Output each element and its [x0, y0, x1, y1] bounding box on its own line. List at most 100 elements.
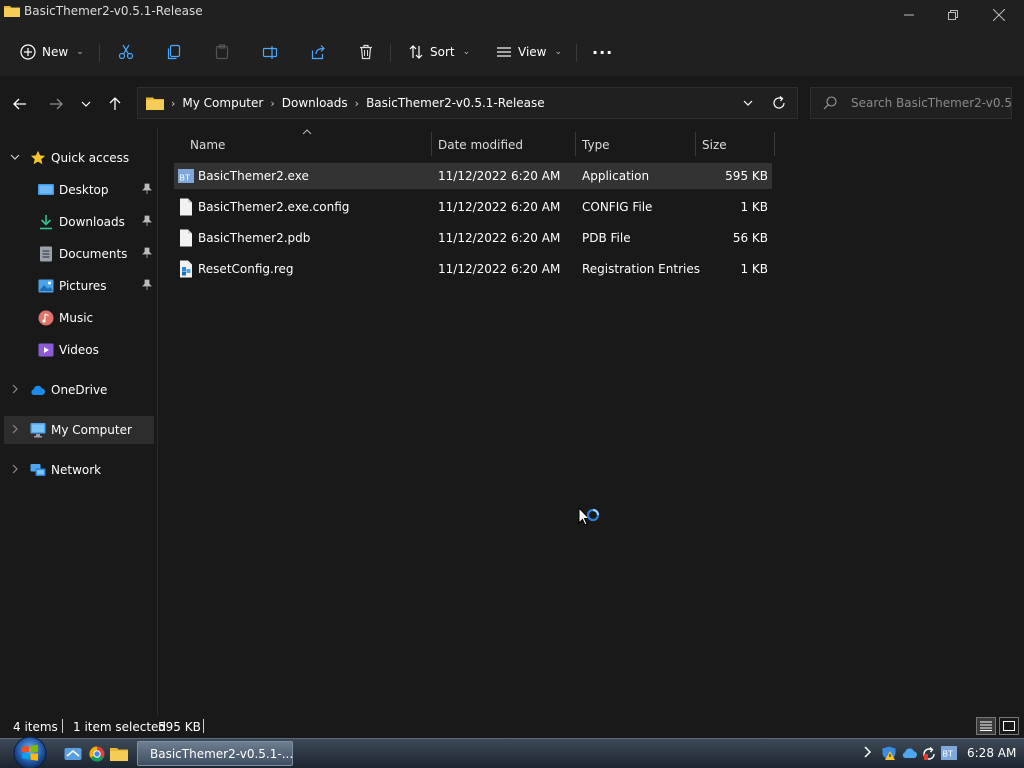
breadcrumb-my-computer[interactable]: My Computer — [182, 96, 263, 110]
chevron-right-icon[interactable] — [10, 424, 20, 434]
paste-button[interactable] — [214, 38, 230, 66]
column-divider[interactable] — [695, 132, 696, 156]
column-header-name[interactable]: Name — [190, 132, 225, 158]
column-header-label: Name — [190, 138, 226, 152]
file-row[interactable]: ResetConfig.reg 11/12/2022 6:20 AM Regis… — [174, 256, 772, 282]
sort-button[interactable]: Sort ⌄ — [408, 38, 470, 66]
file-type: Application — [582, 169, 650, 183]
column-divider[interactable] — [774, 132, 775, 156]
sidebar-item-onedrive[interactable]: OneDrive — [4, 376, 154, 404]
taskbar-window-button[interactable]: BasicThemer2-v0.5.1-... — [137, 741, 293, 766]
sort-label: Sort — [430, 45, 455, 59]
up-button[interactable] — [105, 94, 125, 114]
windows-security-icon[interactable] — [881, 746, 897, 760]
column-header-type[interactable]: Type — [582, 132, 610, 158]
back-button[interactable] — [10, 94, 30, 114]
file-size: 595 KB — [725, 169, 768, 183]
share-button[interactable] — [310, 38, 326, 66]
taskbar-window-label: BasicThemer2-v0.5.1-... — [150, 746, 294, 761]
chevron-down-icon: ⌄ — [76, 47, 84, 57]
item-count: 4 items — [13, 720, 58, 734]
minimize-button[interactable] — [886, 0, 932, 30]
registry-file-icon — [180, 260, 192, 278]
network-icon — [30, 464, 46, 476]
column-divider[interactable] — [431, 132, 432, 156]
column-header-label: Type — [582, 138, 610, 152]
rename-button[interactable] — [262, 38, 278, 66]
chevron-right-icon: › — [354, 96, 360, 110]
taskbar: BasicThemer2-v0.5.1-... BT 6:28 AM — [0, 735, 1024, 768]
trash-icon — [360, 44, 372, 60]
search-box[interactable]: Search BasicThemer2-v0.5.1-... — [810, 87, 1012, 119]
chrome-icon[interactable] — [88, 746, 106, 762]
refresh-icon[interactable] — [771, 94, 787, 112]
sidebar-item-pictures[interactable]: Pictures — [4, 272, 154, 300]
clock[interactable]: 6:28 AM — [967, 746, 1016, 760]
music-icon — [38, 310, 54, 326]
new-label: New — [42, 45, 69, 59]
star-icon — [30, 150, 46, 165]
details-view-button[interactable] — [976, 717, 996, 735]
computer-icon — [30, 423, 46, 438]
sidebar-item-documents[interactable]: Documents — [4, 240, 154, 268]
picture-icon — [38, 279, 54, 293]
navigation-pane: Quick access Desktop Downloads Documents… — [0, 128, 158, 716]
column-header-date[interactable]: Date modified — [438, 132, 523, 158]
address-dropdown-icon[interactable] — [743, 96, 753, 110]
divider — [576, 44, 577, 62]
start-button[interactable] — [10, 735, 50, 768]
cut-button[interactable] — [118, 38, 134, 66]
breadcrumb-current-folder[interactable]: BasicThemer2-v0.5.1-Release — [366, 96, 545, 110]
restore-button[interactable] — [930, 0, 976, 30]
breadcrumb-downloads[interactable]: Downloads — [282, 96, 348, 110]
sync-icon[interactable] — [921, 746, 937, 762]
svg-text:BT: BT — [180, 174, 190, 183]
onedrive-cloud-icon[interactable] — [901, 746, 919, 760]
file-row[interactable]: BasicThemer2.exe.config 11/12/2022 6:20 … — [174, 194, 772, 220]
divider — [203, 719, 204, 733]
sidebar-item-network[interactable]: Network — [4, 456, 154, 484]
close-button[interactable] — [976, 0, 1022, 30]
file-row[interactable]: BasicThemer2.pdb 11/12/2022 6:20 AM PDB … — [174, 225, 772, 251]
file-name: BasicThemer2.exe.config — [198, 200, 350, 214]
sidebar-item-desktop[interactable]: Desktop — [4, 176, 154, 204]
sidebar-item-label: Quick access — [51, 151, 130, 165]
minimize-icon — [904, 14, 914, 16]
sidebar-item-my-computer[interactable]: My Computer — [4, 416, 154, 444]
forward-button[interactable] — [46, 94, 66, 114]
sidebar-item-downloads[interactable]: Downloads — [4, 208, 154, 236]
file-date: 11/12/2022 6:20 AM — [438, 169, 561, 183]
application-icon: BT — [178, 169, 194, 183]
search-icon — [823, 96, 837, 110]
delete-button[interactable] — [358, 38, 374, 66]
search-input[interactable]: Search BasicThemer2-v0.5.1-... — [851, 96, 1011, 110]
file-name: BasicThemer2.exe — [198, 169, 309, 183]
show-hidden-icons-icon[interactable] — [864, 746, 872, 758]
column-header-size[interactable]: Size — [702, 132, 727, 158]
file-row[interactable]: BT BasicThemer2.exe 11/12/2022 6:20 AM A… — [174, 163, 772, 189]
arrow-right-icon — [50, 98, 63, 110]
column-divider[interactable] — [575, 132, 576, 156]
file-size: 1 KB — [740, 200, 768, 214]
new-button[interactable]: New ⌄ — [20, 38, 84, 66]
more-options-button[interactable]: ··· — [592, 38, 613, 66]
large-icons-view-button[interactable] — [999, 717, 1019, 735]
sidebar-item-quick-access[interactable]: Quick access — [4, 144, 154, 172]
chevron-right-icon[interactable] — [10, 384, 20, 394]
divider — [99, 44, 100, 62]
sidebar-item-music[interactable]: Music — [4, 304, 154, 332]
basicthemer-tray-icon[interactable]: BT — [941, 746, 957, 760]
status-bar: 4 items 1 item selected 595 KB — [0, 716, 1024, 738]
chevron-right-icon[interactable] — [10, 464, 20, 474]
large-icons-view-icon — [1003, 721, 1015, 731]
sidebar-item-label: Videos — [59, 343, 99, 357]
copy-button[interactable] — [166, 38, 182, 66]
chevron-down-icon[interactable] — [10, 152, 20, 162]
chevron-right-icon: › — [270, 96, 275, 110]
view-button[interactable]: View ⌄ — [496, 38, 562, 66]
recent-locations-button[interactable] — [76, 94, 96, 114]
address-bar[interactable]: › My Computer › Downloads › BasicThemer2… — [137, 87, 798, 119]
sidebar-item-videos[interactable]: Videos — [4, 336, 154, 364]
show-desktop-icon[interactable] — [64, 746, 82, 762]
file-explorer-icon[interactable] — [110, 746, 128, 762]
